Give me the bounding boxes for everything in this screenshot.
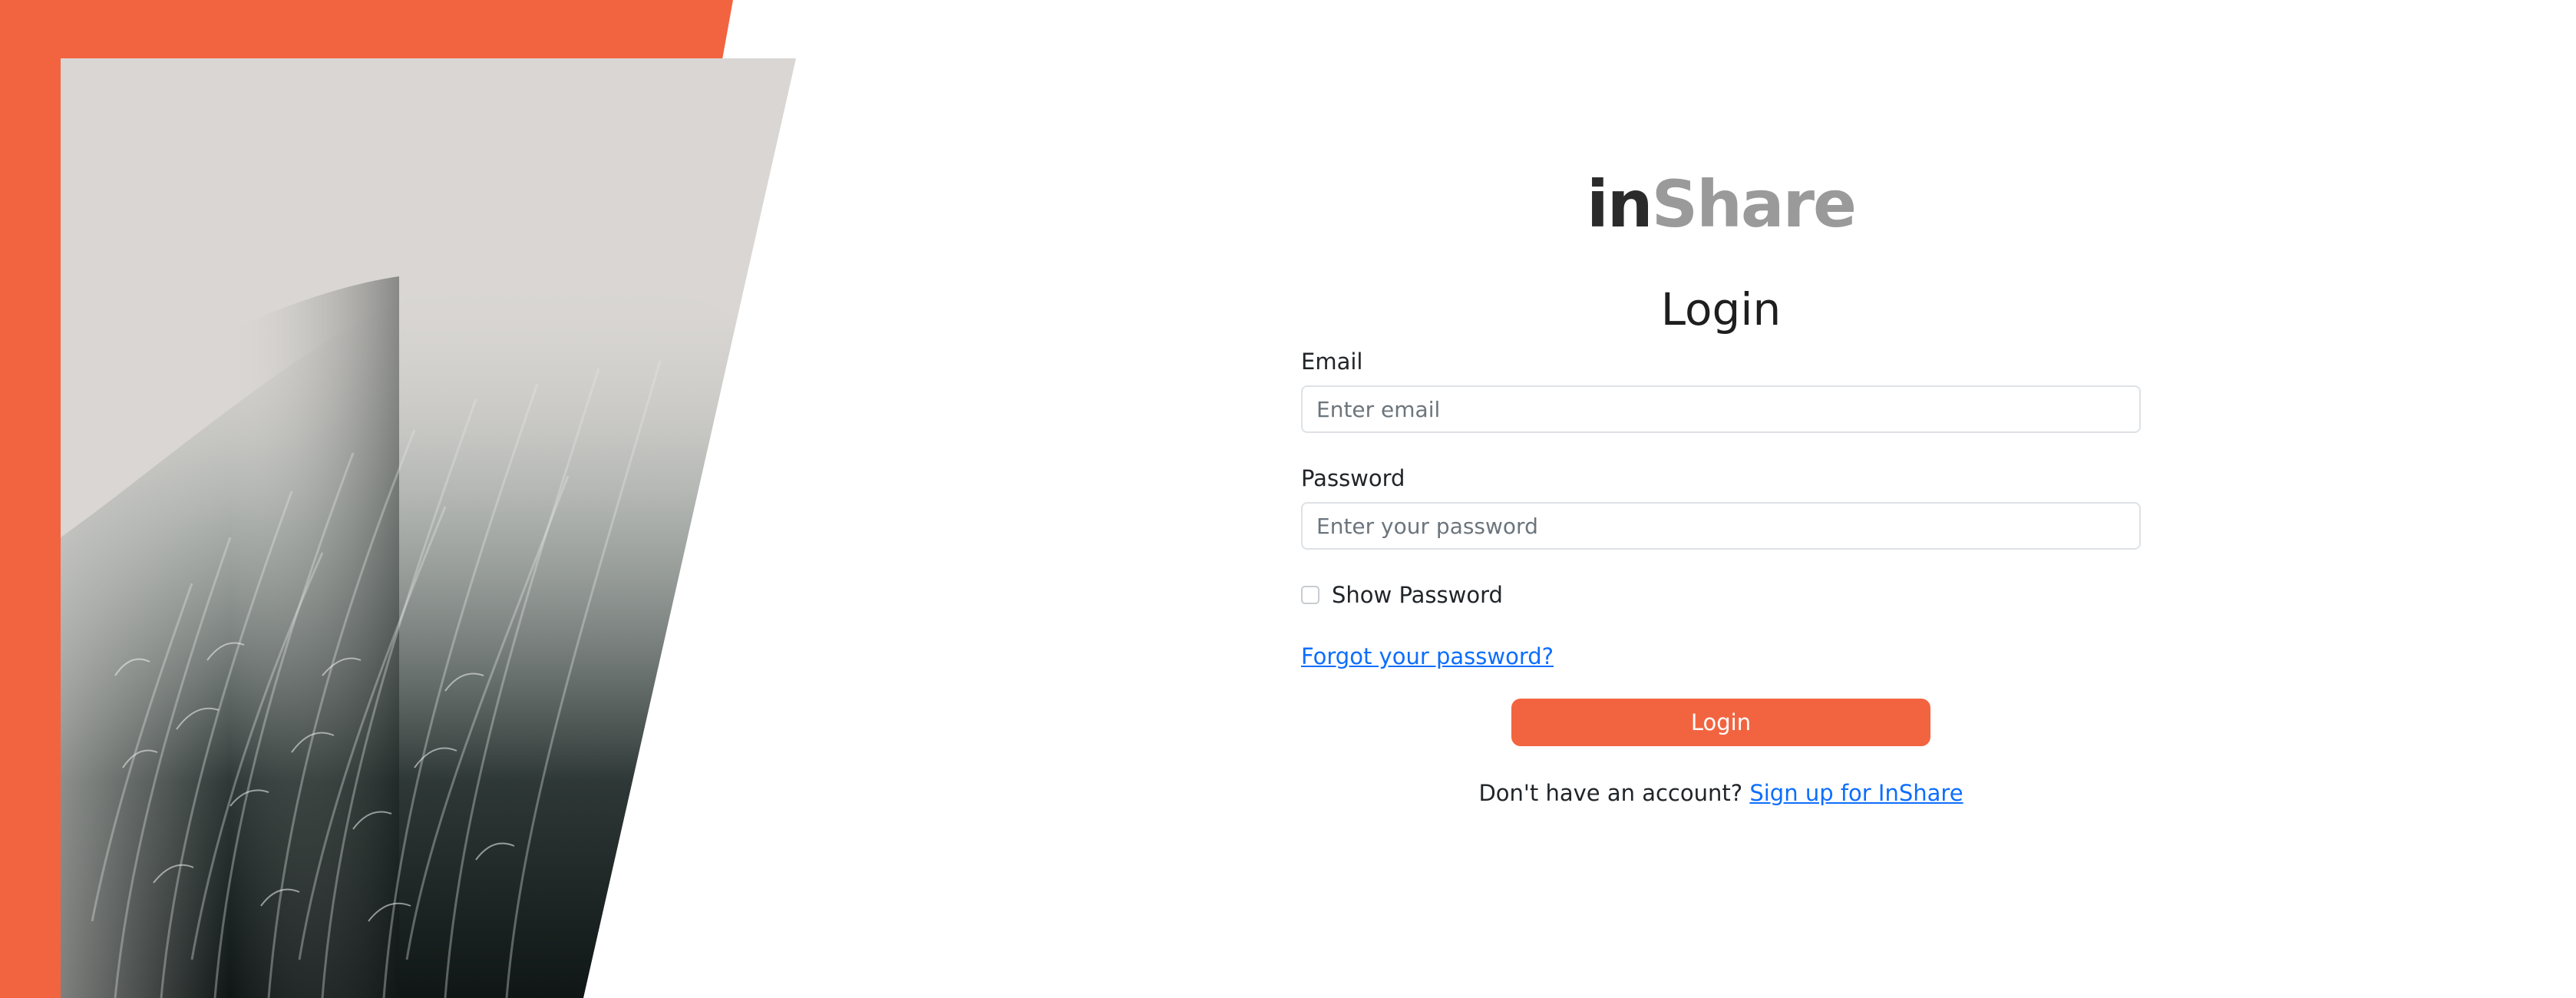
forgot-password-link[interactable]: Forgot your password?: [1301, 643, 1554, 669]
signup-link[interactable]: Sign up for InShare: [1749, 780, 1963, 806]
logo-text-light: Share: [1651, 167, 1857, 242]
hero-decoration: [0, 0, 806, 998]
show-password-row: Show Password: [1301, 582, 2141, 608]
hero-image: [0, 0, 796, 998]
show-password-label[interactable]: Show Password: [1332, 582, 1503, 608]
page-title: Login: [1660, 283, 1782, 335]
login-button-row: Login: [1301, 699, 2141, 746]
inshare-logo: in Share: [1301, 169, 2141, 236]
password-field[interactable]: [1301, 502, 2141, 550]
password-label: Password: [1301, 465, 1405, 491]
login-form: inShare Login Email Password Show Passwo…: [1301, 169, 2141, 806]
signup-prompt-text: Don't have an account?: [1478, 780, 1743, 806]
login-page: inShare Login Email Password Show Passwo…: [0, 0, 2576, 998]
login-button[interactable]: Login: [1511, 699, 1930, 746]
logo-text-dark: in: [1587, 167, 1653, 242]
signup-prompt-row: Don't have an account? Sign up for InSha…: [1301, 780, 2141, 806]
show-password-checkbox[interactable]: [1301, 586, 1319, 604]
email-field[interactable]: [1301, 385, 2141, 433]
email-label: Email: [1301, 349, 1363, 375]
